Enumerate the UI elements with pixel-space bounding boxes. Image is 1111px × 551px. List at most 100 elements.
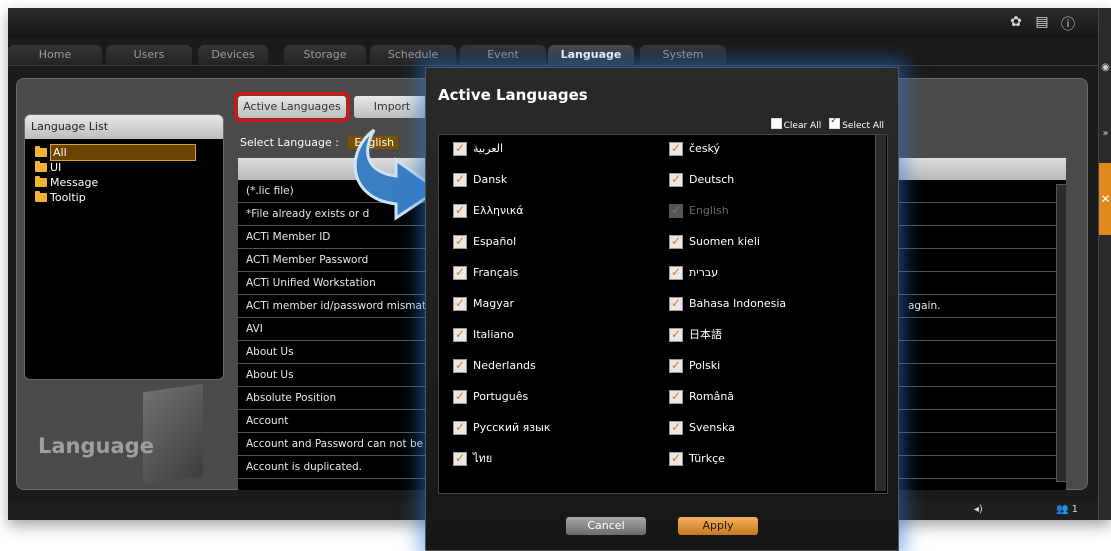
language-label: Français [473, 266, 519, 279]
language-checkbox[interactable]: Nederlands [453, 357, 536, 374]
language-label: Deutsch [689, 173, 735, 186]
tab-users[interactable]: Users [106, 45, 192, 65]
language-checkbox[interactable]: Svenska [669, 419, 735, 436]
language-checkbox[interactable]: ไทย [453, 450, 492, 467]
document-icon[interactable]: ▤ [1034, 14, 1050, 34]
language-checkbox[interactable]: עברית [669, 264, 719, 281]
double-chevron-icon[interactable]: » [1099, 128, 1111, 139]
language-label: Nederlands [473, 359, 536, 372]
check-icon [453, 450, 467, 466]
tree-item-ui[interactable]: UI [25, 160, 223, 175]
top-icons: ✿ ▤ ⓘ [1008, 14, 1076, 34]
active-languages-dialog: Active Languages Clear All Select All ال… [425, 67, 899, 551]
gear-icon[interactable]: ✿ [1008, 14, 1024, 34]
language-checkbox[interactable]: Русский язык [453, 419, 551, 436]
language-label: Magyar [473, 297, 514, 310]
language-checkbox[interactable]: العربية [453, 140, 503, 157]
top-bar: ✿ ▤ ⓘ [8, 8, 1098, 38]
language-label: Română [689, 390, 735, 403]
eye-icon[interactable]: ◉ [1099, 62, 1111, 73]
language-label: Русский язык [473, 421, 551, 434]
tab-storage[interactable]: Storage [284, 45, 366, 65]
tools-icon[interactable]: ✕ [1099, 163, 1111, 235]
language-checkbox[interactable]: Polski [669, 357, 720, 374]
dialog-toggles: Clear All Select All [770, 116, 884, 131]
user-count: 1 [1071, 504, 1078, 515]
language-checkbox[interactable]: Magyar [453, 295, 514, 312]
check-icon [669, 171, 683, 187]
check-icon [669, 140, 683, 156]
language-checkbox[interactable]: český [669, 140, 721, 157]
language-label: Ελληνικά [473, 204, 524, 217]
language-label: Italiano [473, 328, 514, 341]
languages-list: العربية český Dansk Deutsch Ελληνικά Eng… [438, 134, 888, 494]
language-label: 日本語 [689, 328, 722, 341]
language-checkbox[interactable]: Română [669, 388, 735, 405]
language-checkbox[interactable]: Türkçe [669, 450, 725, 467]
volume-icon[interactable]: ◂) [974, 504, 983, 515]
tree-item-tooltip[interactable]: Tooltip [25, 190, 223, 205]
language-label: Español [473, 235, 517, 248]
language-label: český [689, 142, 721, 155]
tab-home[interactable]: Home [8, 45, 102, 65]
tab-event[interactable]: Event [460, 45, 546, 65]
check-icon [453, 233, 467, 249]
tree-item-label: Message [50, 176, 99, 189]
select-all-toggle[interactable]: Select All [829, 116, 884, 131]
check-icon [453, 357, 467, 373]
language-list-title: Language List [25, 115, 223, 139]
language-list-panel: Language List All UI Message Tooltip [24, 114, 224, 380]
language-checkbox[interactable]: Español [453, 233, 517, 250]
apply-button[interactable]: Apply [678, 517, 758, 535]
language-checkbox[interactable]: Italiano [453, 326, 514, 343]
language-checkbox: English [669, 202, 729, 219]
grid-scrollbar[interactable] [1056, 184, 1066, 482]
language-label: Bahasa Indonesia [689, 297, 787, 310]
language-checkbox[interactable]: Suomen kieli [669, 233, 760, 250]
language-label: Svenska [689, 421, 735, 434]
language-label: Português [473, 390, 529, 403]
languages-scrollbar[interactable] [875, 135, 886, 491]
folder-icon [35, 176, 47, 187]
tree-item-message[interactable]: Message [25, 175, 223, 190]
check-icon [669, 202, 683, 218]
info-icon[interactable]: ⓘ [1060, 14, 1076, 34]
language-checkbox[interactable]: 日本語 [669, 326, 722, 343]
language-label: Suomen kieli [689, 235, 760, 248]
language-logo-text: Language [38, 434, 154, 458]
grid-cell: ACTi member id/password mismatch [246, 300, 439, 312]
check-icon [453, 419, 467, 435]
language-checkbox[interactable]: Bahasa Indonesia [669, 295, 787, 312]
language-checkbox[interactable]: Deutsch [669, 171, 735, 188]
check-icon [453, 264, 467, 280]
tree-item-label: UI [50, 161, 62, 174]
language-checkbox[interactable]: Dansk [453, 171, 507, 188]
tab-schedule[interactable]: Schedule [370, 45, 456, 65]
folder-icon [35, 191, 47, 202]
language-checkbox[interactable]: Français [453, 264, 519, 281]
tree-item-label: Tooltip [50, 191, 86, 204]
checkbox-icon [770, 118, 782, 129]
tree-item-all[interactable]: All [25, 144, 223, 161]
tab-devices[interactable]: Devices [198, 45, 268, 65]
import-button[interactable]: Import [354, 96, 430, 118]
check-icon [453, 295, 467, 311]
language-checkbox[interactable]: Ελληνικά [453, 202, 524, 219]
cancel-button[interactable]: Cancel [566, 517, 646, 535]
checkbox-icon [829, 116, 841, 129]
tab-system[interactable]: System [640, 45, 726, 65]
dialog-title: Active Languages [438, 86, 588, 104]
status-right: ◂) 👥 1 [974, 504, 1078, 515]
active-languages-button[interactable]: Active Languages [234, 92, 350, 122]
language-checkbox[interactable]: Português [453, 388, 529, 405]
check-icon [669, 233, 683, 249]
clear-all-toggle[interactable]: Clear All [770, 118, 821, 131]
check-icon [669, 450, 683, 466]
check-icon [669, 326, 683, 342]
language-label: עברית [689, 266, 719, 279]
right-rail: ◉ » ✕ [1098, 8, 1111, 520]
check-icon [453, 202, 467, 218]
tab-language[interactable]: Language [548, 45, 634, 65]
grid-cell-right: again. [908, 300, 941, 312]
check-icon [453, 388, 467, 404]
